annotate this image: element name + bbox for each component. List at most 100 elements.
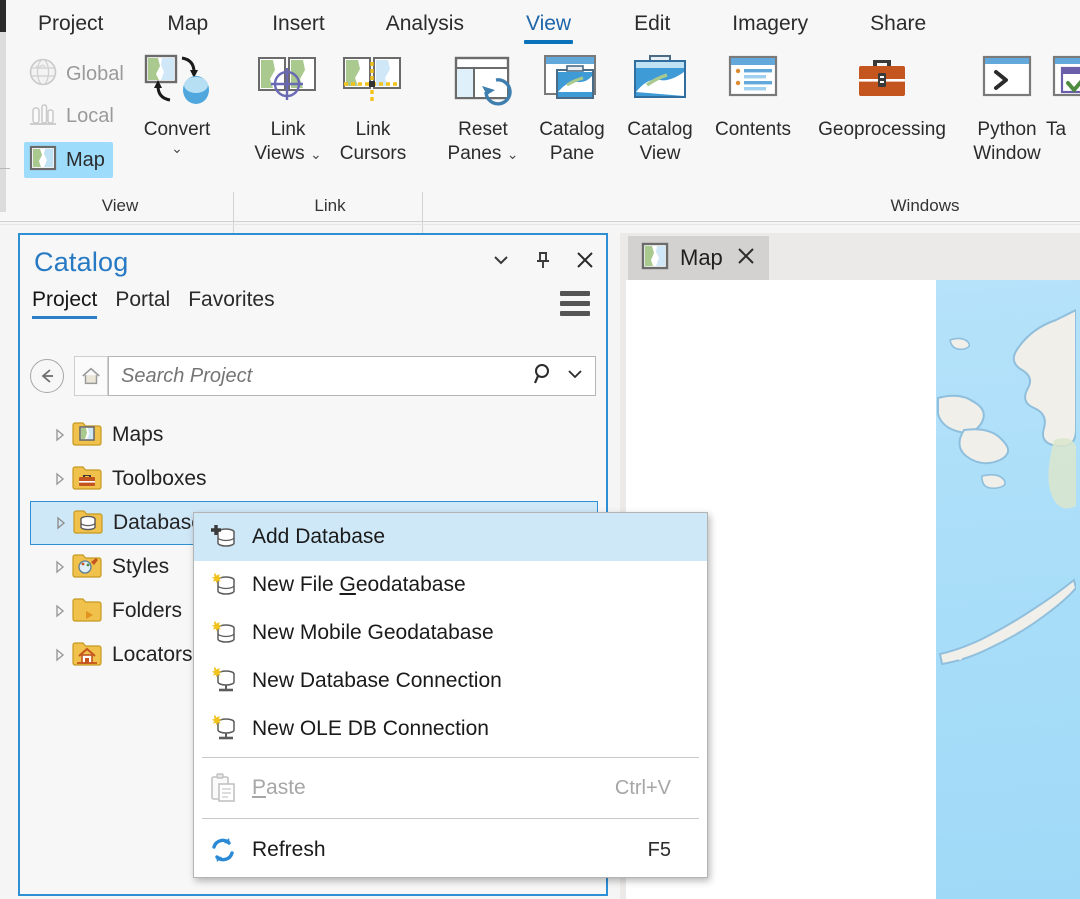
ribbon-tab-analysis[interactable]: Analysis <box>382 0 468 36</box>
expand-arrow-icon[interactable] <box>49 516 73 530</box>
menu-item-accel-key: G <box>340 573 356 596</box>
python-window-label-2: Window <box>952 143 1062 164</box>
chevron-down-icon[interactable]: ⌄ <box>122 140 232 157</box>
search-icon[interactable] <box>527 361 561 392</box>
view-mode-label: Global <box>66 63 124 86</box>
alaska-coastline-shape <box>936 280 1076 899</box>
ribbon-tab-insert[interactable]: Insert <box>268 0 329 36</box>
chevron-down-icon[interactable] <box>561 364 589 389</box>
expand-arrow-icon[interactable] <box>48 428 72 442</box>
menu-item-label: Add Database <box>252 525 385 549</box>
new-ole-db-connection-icon <box>194 714 252 744</box>
expand-arrow-icon[interactable] <box>48 560 72 574</box>
ribbon-bottom-border <box>0 221 1080 222</box>
tree-item-label: Maps <box>112 423 163 447</box>
group-label-view: View <box>70 196 170 216</box>
new-file-geodatabase-icon <box>194 571 252 599</box>
menu-item-label-post: eodatabase <box>356 573 466 596</box>
tasks-button[interactable]: Ta <box>1046 52 1080 140</box>
group-label-windows: Windows <box>820 196 1030 216</box>
group-label-link: Link <box>280 196 380 216</box>
ribbon-tab-label: Insert <box>268 12 329 36</box>
tree-item-label: Styles <box>112 555 169 579</box>
menu-item-new-database-connection[interactable]: New Database Connection <box>194 657 707 705</box>
folder-databases-icon <box>73 508 103 539</box>
tree-item-label: Folders <box>112 599 182 623</box>
ribbon-tab-edit[interactable]: Edit <box>630 0 674 36</box>
tree-item-label: Locators <box>112 643 193 667</box>
chevron-down-icon[interactable] <box>488 247 514 273</box>
tree-item-toolboxes[interactable]: Toolboxes <box>30 457 598 501</box>
home-icon[interactable] <box>74 356 108 396</box>
refresh-icon <box>194 835 252 865</box>
ribbon-tab-imagery[interactable]: Imagery <box>728 0 812 36</box>
menu-item-label: New Database Connection <box>252 669 502 693</box>
paste-icon <box>194 773 252 803</box>
catalog-pane-header-controls <box>488 247 598 273</box>
catalog-view-label-2: View <box>605 143 715 164</box>
ribbon-tab-view[interactable]: View <box>522 0 575 36</box>
ribbon-tab-label: View <box>522 12 575 36</box>
menu-item-new-file-geodatabase[interactable]: New File Geodatabase <box>194 561 707 609</box>
ribbon-tab-map[interactable]: Map <box>163 0 212 36</box>
close-icon[interactable] <box>572 247 598 273</box>
map-view-tab[interactable]: Map <box>628 236 769 280</box>
context-menu: Add Database New File Geodatabase New Mo… <box>193 512 708 878</box>
geoprocessing-icon <box>812 52 952 116</box>
tab-portal[interactable]: Portal <box>115 288 170 319</box>
link-views-label-2: Views <box>254 143 304 164</box>
convert-button[interactable]: Convert ⌄ <box>122 52 232 157</box>
expand-arrow-icon[interactable] <box>48 604 72 618</box>
convert-label: Convert <box>122 119 232 140</box>
view-mode-local[interactable]: Local <box>24 98 122 134</box>
folder-maps-icon <box>72 420 102 451</box>
folder-styles-icon <box>72 552 102 583</box>
expand-arrow-icon[interactable] <box>48 648 72 662</box>
menu-item-refresh[interactable]: Refresh F5 <box>194 823 707 877</box>
ribbon-tab-label: Edit <box>630 12 674 36</box>
menu-item-label: Refresh <box>252 838 648 862</box>
back-arrow-icon[interactable] <box>30 359 64 393</box>
tab-label: Project <box>32 288 97 311</box>
pin-icon[interactable] <box>530 247 556 273</box>
view-mode-global[interactable]: Global <box>24 56 132 92</box>
map-thumbnail-icon <box>640 241 670 276</box>
window-edge-divider <box>0 168 10 169</box>
tab-favorites[interactable]: Favorites <box>188 288 274 319</box>
ribbon-tab-label: Imagery <box>728 12 812 36</box>
menu-item-label-pre: New File <box>252 573 340 596</box>
link-cursors-icon <box>318 52 428 116</box>
ribbon: Project Map Insert Analysis View Edit Im… <box>0 0 1080 222</box>
contents-label: Contents <box>698 119 808 140</box>
geoprocessing-button[interactable]: Geoprocessing <box>812 52 952 140</box>
window-edge-dark <box>0 0 6 32</box>
catalog-search-row <box>30 355 596 397</box>
menu-item-shortcut: F5 <box>648 839 671 862</box>
hamburger-icon[interactable] <box>560 291 590 321</box>
close-icon[interactable] <box>735 245 757 272</box>
active-tab-underline <box>524 40 573 44</box>
catalog-pane-title: Catalog <box>34 247 128 278</box>
basemap-ocean <box>936 280 1080 899</box>
search-input[interactable] <box>121 365 527 388</box>
menu-item-add-database[interactable]: Add Database <box>194 513 707 561</box>
tree-item-maps[interactable]: Maps <box>30 413 598 457</box>
window-edge-light <box>0 32 6 212</box>
menu-item-accel-key: P <box>252 776 266 799</box>
search-field-wrapper[interactable] <box>108 356 596 396</box>
ribbon-tab-project[interactable]: Project <box>34 0 107 36</box>
view-mode-map[interactable]: Map <box>24 142 113 178</box>
contents-button[interactable]: Contents <box>698 52 808 140</box>
menu-item-paste[interactable]: Paste Ctrl+V <box>194 762 707 814</box>
menu-item-label: Paste <box>252 776 615 800</box>
add-database-icon <box>194 523 252 551</box>
expand-arrow-icon[interactable] <box>48 472 72 486</box>
contents-icon <box>698 52 808 116</box>
menu-item-new-mobile-geodatabase[interactable]: New Mobile Geodatabase <box>194 609 707 657</box>
tab-project[interactable]: Project <box>32 288 97 319</box>
ribbon-tab-share[interactable]: Share <box>866 0 930 36</box>
menu-item-label: New OLE DB Connection <box>252 717 489 741</box>
menu-item-new-ole-db-connection[interactable]: New OLE DB Connection <box>194 705 707 753</box>
link-cursors-button[interactable]: Link Cursors <box>318 52 428 164</box>
reset-panes-label-2: Panes <box>448 143 502 164</box>
